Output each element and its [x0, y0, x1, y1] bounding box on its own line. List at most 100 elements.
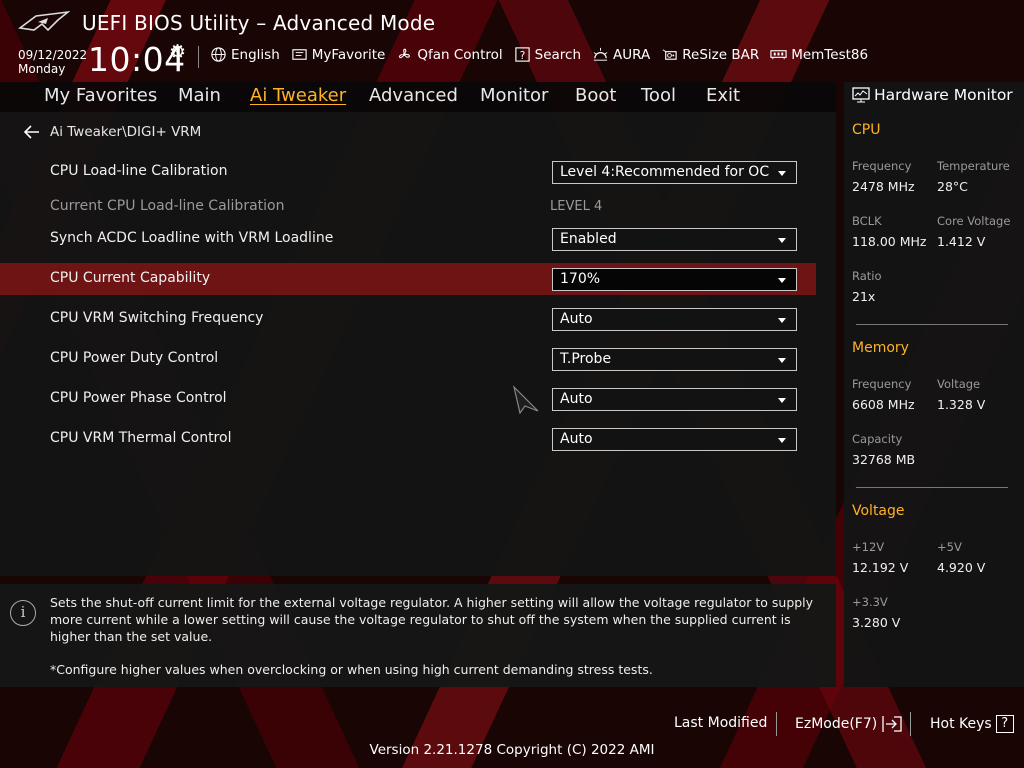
memory-frequency-value: 6608 MHz: [852, 397, 915, 412]
dropdown-value: T.Probe: [560, 351, 612, 367]
hotkeys-button[interactable]: Hot Keys ?: [930, 715, 1014, 733]
date-display: 09/12/2022 Monday: [18, 48, 87, 76]
header: UEFI BIOS Utility – Advanced Mode 09/12/…: [0, 0, 1024, 82]
core-voltage-value: 1.412 V: [937, 234, 986, 249]
aura-label: AURA: [613, 46, 651, 63]
dropdown-value: Enabled: [560, 231, 617, 247]
qfan-control-label: Qfan Control: [417, 46, 503, 63]
qfan-control-button[interactable]: Qfan Control: [396, 46, 503, 63]
setting-row-vrm-thermal-control[interactable]: CPU VRM Thermal Control Auto: [0, 423, 816, 455]
power-phase-control-dropdown[interactable]: Auto: [552, 388, 797, 411]
setting-label: CPU Power Duty Control: [50, 350, 219, 366]
v33-value: 3.280 V: [852, 615, 901, 630]
setting-row-power-phase-control[interactable]: CPU Power Phase Control Auto: [0, 383, 816, 415]
divider: [198, 46, 199, 68]
vrm-switching-frequency-dropdown[interactable]: Auto: [552, 308, 797, 331]
search-button[interactable]: ? Search: [514, 46, 581, 63]
resize-bar-icon: [662, 49, 677, 60]
back-arrow-icon[interactable]: [24, 125, 40, 139]
setting-row-power-duty-control[interactable]: CPU Power Duty Control T.Probe: [0, 343, 816, 375]
cpu-current-capability-dropdown[interactable]: 170%: [552, 268, 797, 291]
breadcrumb: Ai Tweaker\DIGI+ VRM: [24, 124, 201, 140]
divider: [776, 712, 777, 736]
memory-voltage-label: Voltage: [937, 377, 981, 391]
main-menu-bar: My Favorites Main Ai Tweaker Advanced Mo…: [0, 82, 836, 112]
last-modified-label: Last Modified: [674, 715, 768, 731]
gear-icon[interactable]: ⚙: [169, 41, 186, 63]
bclk-value: 118.00 MHz: [852, 234, 927, 249]
ezmode-button[interactable]: EzMode(F7): [795, 715, 903, 733]
readonly-value: LEVEL 4: [550, 199, 603, 214]
section-divider: [856, 487, 1008, 488]
tab-tool[interactable]: Tool: [641, 85, 676, 106]
tab-ai-tweaker[interactable]: Ai Tweaker: [250, 85, 346, 106]
memory-voltage-value: 1.328 V: [937, 397, 986, 412]
v12-value: 12.192 V: [852, 560, 909, 575]
chevron-down-icon: [778, 171, 786, 176]
help-note: *Configure higher values when overclocki…: [50, 662, 653, 677]
setting-label: Current CPU Load-line Calibration: [50, 198, 285, 214]
dropdown-value: 170%: [560, 271, 601, 287]
aura-button[interactable]: AURA: [592, 46, 650, 63]
language-button[interactable]: English: [210, 46, 280, 63]
cpu-frequency-label: Frequency: [852, 159, 912, 173]
tab-my-favorites[interactable]: My Favorites: [44, 85, 157, 106]
mouse-pointer-icon: [512, 385, 539, 415]
myfavorite-label: MyFavorite: [311, 46, 386, 63]
chevron-down-icon: [778, 438, 786, 443]
setting-row-synch-acdc[interactable]: Synch ACDC Loadline with VRM Loadline En…: [0, 223, 816, 255]
ratio-value: 21x: [852, 289, 876, 304]
memory-frequency-label: Frequency: [852, 377, 912, 391]
synch-acdc-dropdown[interactable]: Enabled: [552, 228, 797, 251]
tab-monitor[interactable]: Monitor: [480, 85, 548, 106]
resize-bar-button[interactable]: ReSize BAR: [661, 46, 759, 63]
search-label: Search: [534, 46, 582, 63]
exit-to-ezmode-icon: [882, 716, 902, 732]
chevron-down-icon: [778, 278, 786, 283]
last-modified-button[interactable]: Last Modified: [674, 715, 767, 731]
aura-icon: [593, 47, 608, 61]
date-text: 09/12/2022: [18, 48, 88, 62]
hotkeys-label: Hot Keys: [930, 716, 992, 732]
rog-logo-icon: [18, 10, 70, 32]
v12-label: +12V: [852, 540, 885, 554]
help-text: Sets the shut-off current limit for the …: [50, 595, 814, 644]
voltage-section-heading: Voltage: [852, 503, 905, 519]
monitor-icon: [852, 87, 870, 103]
tab-main[interactable]: Main: [178, 85, 221, 106]
memtest-button[interactable]: MemTest86: [770, 46, 868, 63]
version-text: Version 2.21.1278 Copyright (C) 2022 AMI: [369, 742, 655, 758]
chevron-down-icon: [778, 358, 786, 363]
dropdown-value: Auto: [560, 391, 593, 407]
cpu-section-heading: CPU: [852, 122, 881, 138]
setting-row-cpu-llc[interactable]: CPU Load-line Calibration Level 4:Recomm…: [0, 156, 816, 188]
settings-panel: Ai Tweaker\DIGI+ VRM CPU Load-line Calib…: [0, 112, 836, 576]
myfavorite-button[interactable]: MyFavorite: [291, 46, 386, 63]
globe-icon: [211, 47, 226, 62]
tab-exit[interactable]: Exit: [706, 85, 740, 106]
v33-label: +3.3V: [852, 595, 888, 609]
help-panel: i Sets the shut-off current limit for th…: [0, 584, 836, 687]
dropdown-value: Level 4:Recommended for OC: [560, 164, 770, 180]
setting-row-vrm-switching-frequency[interactable]: CPU VRM Switching Frequency Auto: [0, 303, 816, 335]
chevron-down-icon: [778, 398, 786, 403]
power-duty-control-dropdown[interactable]: T.Probe: [552, 348, 797, 371]
hardware-monitor-panel: Hardware Monitor CPU Frequency Temperatu…: [844, 82, 1024, 687]
setting-label: CPU VRM Switching Frequency: [50, 310, 264, 326]
chevron-down-icon: [778, 238, 786, 243]
favorite-icon: [292, 49, 307, 60]
cpu-temperature-label: Temperature: [937, 159, 1010, 173]
fan-icon: [399, 48, 411, 59]
vrm-thermal-control-dropdown[interactable]: Auto: [552, 428, 797, 451]
setting-row-cpu-current-capability[interactable]: CPU Current Capability 170%: [0, 263, 816, 295]
setting-label: CPU VRM Thermal Control: [50, 430, 232, 446]
setting-label: Synch ACDC Loadline with VRM Loadline: [50, 230, 334, 246]
app-title: UEFI BIOS Utility – Advanced Mode: [82, 11, 436, 35]
chevron-down-icon: [778, 318, 786, 323]
tab-boot[interactable]: Boot: [575, 85, 616, 106]
memtest-label: MemTest86: [791, 46, 869, 63]
cpu-llc-dropdown[interactable]: Level 4:Recommended for OC: [552, 161, 797, 184]
v5-value: 4.920 V: [937, 560, 986, 575]
day-text: Monday: [18, 62, 66, 76]
tab-advanced[interactable]: Advanced: [369, 85, 458, 106]
